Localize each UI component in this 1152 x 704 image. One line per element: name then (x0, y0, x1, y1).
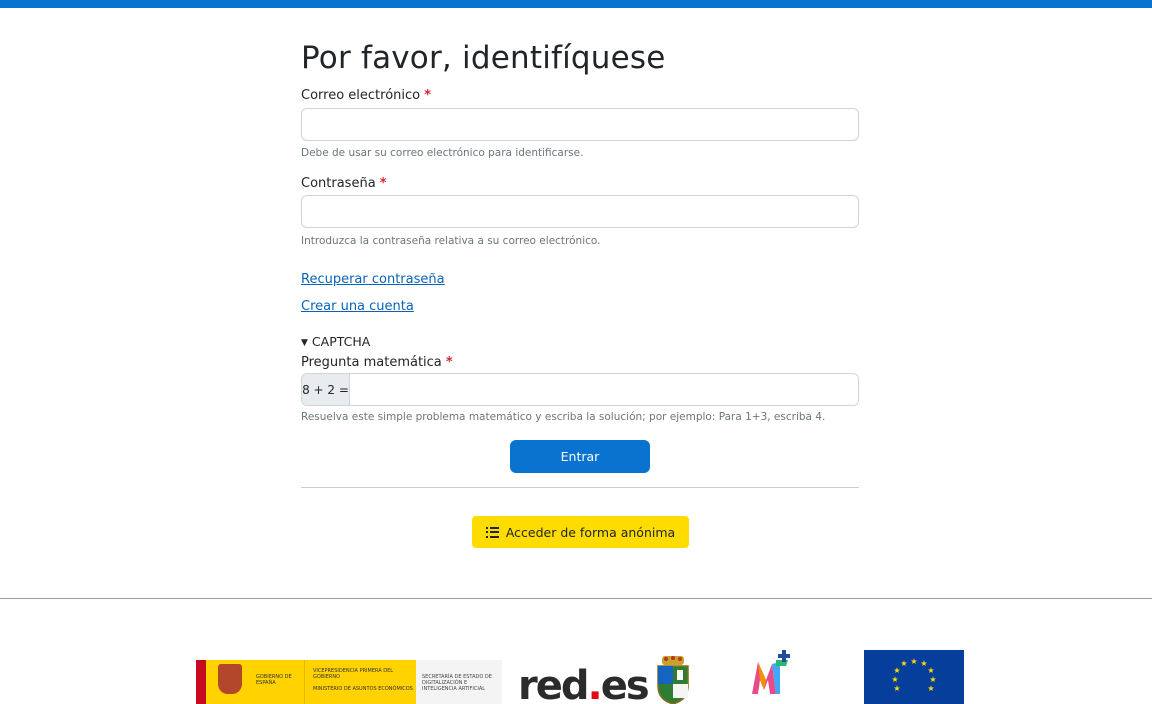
password-label-text: Contraseña (301, 176, 376, 191)
caret-down-icon: ▼ (301, 338, 308, 348)
email-label: Correo electrónico * (301, 88, 431, 103)
recover-password-link[interactable]: Recuperar contraseña (301, 272, 445, 287)
top-accent-bar (0, 0, 1152, 8)
svg-text:★: ★ (910, 657, 917, 666)
svg-text:★: ★ (927, 666, 934, 675)
redes-text-tail: es (600, 663, 650, 704)
password-label: Contraseña * (301, 176, 387, 191)
eu-flag-icon: ★ ★ ★ ★ ★ ★ ★ ★ ★ (864, 650, 964, 704)
math-answer-input[interactable] (350, 374, 858, 405)
math-question: 8 + 2 = (302, 374, 350, 405)
submit-button[interactable]: Entrar (510, 440, 650, 473)
math-question-label: Pregunta matemática * (301, 355, 453, 370)
redes-text-dot: . (587, 663, 603, 704)
ministerio-name-text: MINISTERIO DE ASUNTOS ECONÓMICOS (313, 686, 413, 692)
secretaria-text: SECRETARÍA DE ESTADO DE DIGITALIZACIÓN E… (416, 660, 502, 704)
math-required-mark: * (445, 355, 453, 370)
spain-shield-icon (196, 660, 252, 704)
red-es-logo: red.es (518, 663, 650, 704)
redes-text-main: red (518, 663, 589, 704)
math-help-text: Resuelva este simple problema matemático… (301, 411, 826, 423)
list-icon (485, 526, 499, 538)
mt-plus-icon (752, 650, 790, 694)
footer-divider (0, 598, 1152, 599)
gobierno-name-text: GOBIERNO DE ESPAÑA (252, 660, 304, 704)
svg-text:★: ★ (893, 666, 900, 675)
password-input[interactable] (301, 195, 859, 228)
email-required-mark: * (424, 88, 432, 103)
email-input[interactable] (301, 108, 859, 141)
ministerio-text: VICEPRESIDENCIA PRIMERA DEL GOBIERNO MIN… (304, 660, 416, 704)
form-divider (301, 487, 859, 488)
page-title: Por favor, identifíquese (301, 40, 666, 76)
svg-text:★: ★ (927, 684, 934, 693)
municipal-crest-icon (657, 656, 689, 704)
vicepresidencia-text: VICEPRESIDENCIA PRIMERA DEL GOBIERNO (313, 668, 394, 680)
password-help-text: Introduzca la contraseña relativa a su c… (301, 235, 601, 247)
svg-text:★: ★ (891, 675, 898, 684)
svg-text:★: ★ (929, 675, 936, 684)
gobierno-espana-logo: GOBIERNO DE ESPAÑA VICEPRESIDENCIA PRIME… (196, 660, 502, 704)
captcha-toggle[interactable]: ▼ CAPTCHA (301, 334, 370, 349)
math-input-group: 8 + 2 = (301, 373, 859, 406)
captcha-toggle-label: CAPTCHA (311, 334, 371, 349)
email-label-text: Correo electrónico (301, 88, 421, 103)
email-help-text: Debe de usar su correo electrónico para … (301, 147, 584, 159)
create-account-link[interactable]: Crear una cuenta (301, 299, 414, 314)
svg-text:★: ★ (893, 684, 900, 693)
password-required-mark: * (379, 176, 387, 191)
anonymous-access-label: Acceder de forma anónima (505, 524, 676, 540)
math-question-label-text: Pregunta matemática (301, 355, 442, 370)
svg-text:★: ★ (900, 659, 907, 668)
anonymous-access-button[interactable]: Acceder de forma anónima (472, 516, 689, 548)
